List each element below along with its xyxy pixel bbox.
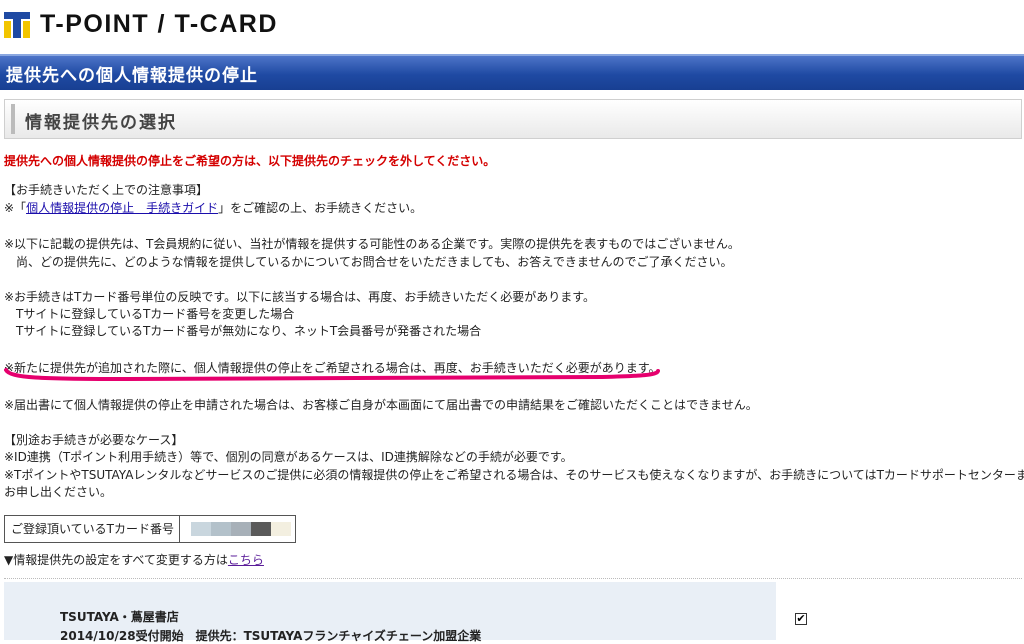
page-title: 提供先への個人情報提供の停止	[6, 66, 258, 86]
notice-p2-line3: Tサイトに登録しているTカード番号が無効になり、ネットT会員番号が発番された場合	[4, 324, 482, 338]
change-all-line: ▼情報提供先の設定をすべて変更する方はこちら	[4, 551, 264, 568]
guide-suffix: 」をご確認の上、お手続きください。	[218, 201, 423, 215]
special-line3: お申し出ください。	[4, 485, 113, 499]
change-all-link[interactable]: こちら	[228, 553, 264, 567]
section-title: 情報提供先の選択	[25, 113, 177, 133]
guide-prefix: ※「	[4, 201, 27, 215]
site-header: T-POINT / T-CARD	[0, 0, 1024, 54]
card-number-box: ご登録頂いているTカード番号	[4, 515, 296, 543]
logo-text: T-POINT / T-CARD	[40, 10, 278, 38]
special-line2: ※TポイントやTSUTAYAレンタルなどサービスのご提供に必須の情報提供の停止を…	[4, 468, 1024, 482]
card-number-label: ご登録頂いているTカード番号	[5, 516, 180, 542]
card-number-masked	[191, 522, 291, 536]
notice-p1-line1: ※以下に記載の提供先は、T会員規約に従い、当社が情報を提供する可能性のある企業で…	[4, 237, 740, 251]
notice-p2-line2: Tサイトに登録しているTカード番号を変更した場合	[4, 307, 295, 321]
page-title-bar: 提供先への個人情報提供の停止	[0, 54, 1024, 90]
notice-p4: ※届出書にて個人情報提供の停止を申請された場合は、お客様ご自身が本画面にて届出書…	[4, 398, 758, 412]
special-line1: ※ID連携（Tポイント利用手続き）等で、個別の同意があるケースは、ID連携解除な…	[4, 450, 573, 464]
divider	[4, 578, 1022, 579]
notice-p2-line1: ※お手続きはTカード番号単位の反映です。以下に該当する場合は、再度、お手続きいた…	[4, 290, 595, 304]
provider-description: 2014/10/28受付開始 提供先：TSUTAYAフランチャイズチェーン加盟企…	[60, 629, 482, 643]
alert-message: 提供先への個人情報提供の停止をご希望の方は、以下提供先のチェックを外してください…	[4, 154, 496, 168]
notice-heading: 【お手続きいただく上での注意事項】	[4, 183, 209, 197]
list-item: TSUTAYA・蔦屋書店 2014/10/28受付開始 提供先：TSUTAYAフ…	[4, 582, 776, 643]
notice-p1-line2: 尚、どの提供先に、どのような情報を提供しているかについてお問合せをいただきまして…	[4, 255, 733, 269]
section-header: 情報提供先の選択	[4, 99, 1022, 139]
change-all-text: ▼情報提供先の設定をすべて変更する方は	[4, 553, 228, 567]
guide-line: ※「個人情報提供の停止 手続きガイド」をご確認の上、お手続きください。	[4, 200, 422, 216]
special-heading: 【別途お手続きが必要なケース】	[4, 433, 184, 447]
t-logo-icon	[4, 12, 30, 38]
notice-p3: ※新たに提供先が追加された際に、個人情報提供の停止をご希望される場合は、再度、お…	[4, 361, 661, 375]
section-accent-bar	[11, 104, 15, 134]
provider-checkbox[interactable]: ✔	[795, 613, 807, 625]
guide-link[interactable]: 個人情報提供の停止 手続きガイド	[26, 201, 218, 215]
provider-name: TSUTAYA・蔦屋書店	[60, 610, 179, 624]
